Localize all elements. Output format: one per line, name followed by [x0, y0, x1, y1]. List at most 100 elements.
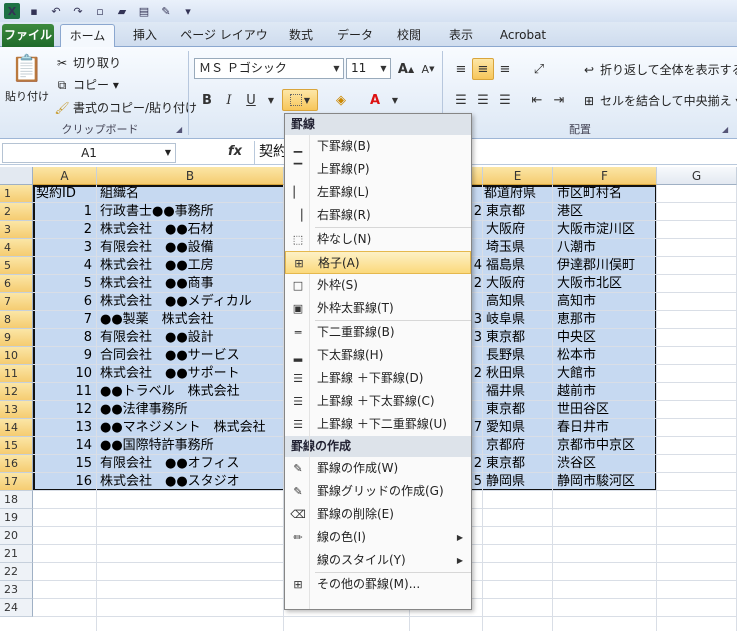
orientation-icon[interactable]: ⤢: [528, 58, 550, 80]
cell-id[interactable]: 3: [33, 239, 92, 257]
column-header-A[interactable]: A: [33, 167, 97, 185]
alignment-launcher-icon[interactable]: ◢: [722, 125, 728, 134]
row-header-12[interactable]: 12: [0, 383, 33, 401]
menu-item-top-double-bottom-border[interactable]: ☰ 上罫線 ＋下二重罫線(U): [285, 413, 471, 436]
cell-id[interactable]: 7: [33, 311, 92, 329]
cell-org[interactable]: 株式会社 ●●工房: [100, 257, 282, 275]
menu-item-line-color[interactable]: ✏ 線の色(I) ▶: [285, 526, 471, 549]
wrap-text-button[interactable]: ↩ 折り返して全体を表示する: [581, 61, 737, 78]
cell-d[interactable]: 3: [472, 311, 482, 329]
cell-d[interactable]: 5: [472, 473, 482, 491]
row-header-20[interactable]: 20: [0, 527, 33, 545]
cell-prefecture[interactable]: 静岡県: [486, 473, 552, 491]
menu-item-right-border[interactable]: ▕ 右罫線(R): [285, 204, 471, 227]
tab-page-layout[interactable]: ページ レイアウト: [176, 24, 272, 65]
cell-f1[interactable]: 市区町村名: [557, 185, 657, 203]
cell-d[interactable]: 7: [472, 419, 482, 437]
row-header-17[interactable]: 17: [0, 473, 33, 491]
cell-prefecture[interactable]: 福井県: [486, 383, 552, 401]
cell-org[interactable]: 株式会社 ●●商事: [100, 275, 282, 293]
cell-city[interactable]: 高知市: [557, 293, 657, 311]
cell-org[interactable]: ●●法律事務所: [100, 401, 282, 419]
column-header-F[interactable]: F: [553, 167, 657, 185]
menu-item-no-border[interactable]: ⬚ 枠なし(N): [285, 228, 471, 251]
column-header-E[interactable]: E: [483, 167, 553, 185]
cell-b1[interactable]: 組織名: [100, 185, 280, 203]
cell-city[interactable]: 世田谷区: [557, 401, 657, 419]
cell-city[interactable]: 大館市: [557, 365, 657, 383]
cell-org[interactable]: 株式会社 ●●サポート: [100, 365, 282, 383]
cell-prefecture[interactable]: 岐阜県: [486, 311, 552, 329]
fill-color-icon[interactable]: ◈: [330, 89, 352, 111]
quick-print-icon[interactable]: ✎: [158, 3, 174, 19]
menu-item-bottom-border[interactable]: ▁ 下罫線(B): [285, 135, 471, 158]
tab-acrobat[interactable]: Acrobat: [492, 24, 554, 47]
cell-org[interactable]: 有限会社 ●●オフィス: [100, 455, 282, 473]
row-header-15[interactable]: 15: [0, 437, 33, 455]
cell-prefecture[interactable]: 東京都: [486, 329, 552, 347]
fx-icon[interactable]: fx: [228, 144, 242, 159]
row-header-22[interactable]: 22: [0, 563, 33, 581]
row-header-24[interactable]: 24: [0, 599, 33, 617]
cell-a1[interactable]: 契約ID: [36, 185, 96, 203]
cell-org[interactable]: ●●製薬 株式会社: [100, 311, 282, 329]
decrease-indent-icon[interactable]: ⇤: [526, 89, 548, 111]
cell-id[interactable]: 16: [33, 473, 92, 491]
cell-id[interactable]: 4: [33, 257, 92, 275]
underline-icon[interactable]: U: [240, 89, 262, 111]
cell-org[interactable]: ●●トラベル 株式会社: [100, 383, 282, 401]
cell-id[interactable]: 10: [33, 365, 92, 383]
cell-org[interactable]: 株式会社 ●●メディカル: [100, 293, 282, 311]
cell-city[interactable]: 京都市中京区: [557, 437, 657, 455]
cell-d[interactable]: [472, 383, 482, 401]
menu-item-more-borders[interactable]: ⊞ その他の罫線(M)...: [285, 573, 471, 596]
cell-id[interactable]: 2: [33, 221, 92, 239]
cut-button[interactable]: ✂ 切り取り: [54, 54, 121, 71]
menu-item-thick-box-border[interactable]: ▣ 外枠太罫線(T): [285, 297, 471, 320]
bold-icon[interactable]: B: [196, 89, 218, 111]
chevron-down-icon[interactable]: ▼: [260, 89, 282, 111]
cell-city[interactable]: 中央区: [557, 329, 657, 347]
cell-org[interactable]: ●●国際特許事務所: [100, 437, 282, 455]
increase-indent-icon[interactable]: ⇥: [548, 89, 570, 111]
row-header-23[interactable]: 23: [0, 581, 33, 599]
cell-id[interactable]: 5: [33, 275, 92, 293]
cell-prefecture[interactable]: 福島県: [486, 257, 552, 275]
cell-city[interactable]: 港区: [557, 203, 657, 221]
menu-item-top-border[interactable]: ▔ 上罫線(P): [285, 158, 471, 181]
cell-prefecture[interactable]: 京都府: [486, 437, 552, 455]
tab-data[interactable]: データ: [332, 24, 378, 47]
row-header-5[interactable]: 5: [0, 257, 33, 275]
cell-id[interactable]: 12: [33, 401, 92, 419]
borders-button[interactable]: ▼: [282, 89, 318, 111]
font-name-select[interactable]: ＭＳ Ｐゴシック ▼: [194, 58, 344, 79]
align-bottom-icon[interactable]: ≡: [494, 58, 516, 80]
cell-d[interactable]: [472, 293, 482, 311]
cell-org[interactable]: 株式会社 ●●石材: [100, 221, 282, 239]
cell-id[interactable]: 8: [33, 329, 92, 347]
cell-d[interactable]: [472, 347, 482, 365]
menu-item-outside-borders[interactable]: □ 外枠(S): [285, 274, 471, 297]
menu-item-top-thick-bottom-border[interactable]: ☰ 上罫線 ＋下太罫線(C): [285, 390, 471, 413]
chevron-down-icon[interactable]: ▼: [384, 89, 406, 111]
cell-id[interactable]: 14: [33, 437, 92, 455]
cell-prefecture[interactable]: 高知県: [486, 293, 552, 311]
excel-icon[interactable]: X: [4, 3, 20, 19]
cell-city[interactable]: 春日井市: [557, 419, 657, 437]
grow-font-icon[interactable]: A ▲: [395, 58, 417, 80]
row-header-13[interactable]: 13: [0, 401, 33, 419]
format-painter-button[interactable]: 🖌 書式のコピー/貼り付け: [54, 99, 197, 116]
cell-org[interactable]: ●●マネジメント 株式会社: [100, 419, 282, 437]
cell-org[interactable]: 合同会社 ●●サービス: [100, 347, 282, 365]
menu-item-all-borders[interactable]: ⊞ 格子(A): [285, 251, 471, 274]
cell-id[interactable]: 13: [33, 419, 92, 437]
column-header-B[interactable]: B: [97, 167, 284, 185]
new-icon[interactable]: ▫: [92, 3, 108, 19]
tab-view[interactable]: 表示: [440, 24, 482, 47]
cell-id[interactable]: 15: [33, 455, 92, 473]
cell-city[interactable]: 伊達郡川俣町: [557, 257, 657, 275]
align-left-icon[interactable]: ☰: [450, 89, 472, 111]
customize-icon[interactable]: ▾: [180, 3, 196, 19]
cell-d[interactable]: [472, 239, 482, 257]
cell-d[interactable]: 2: [472, 455, 482, 473]
